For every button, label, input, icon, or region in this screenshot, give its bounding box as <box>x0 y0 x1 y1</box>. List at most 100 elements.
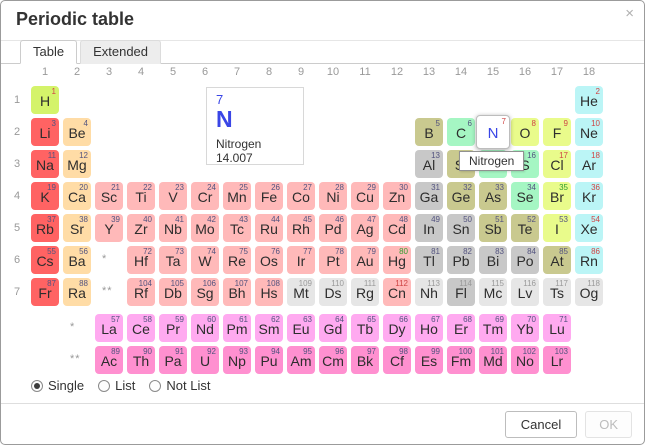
element-cell-Be[interactable]: 4Be <box>63 118 91 146</box>
element-cell-Fm[interactable]: 100Fm <box>447 346 475 374</box>
radio-option-single[interactable]: Single <box>31 378 84 393</box>
element-cell-Lr[interactable]: 103Lr <box>543 346 571 374</box>
element-cell-Pt[interactable]: 78Pt <box>319 246 347 274</box>
element-cell-Ra[interactable]: 88Ra <box>63 278 91 306</box>
element-cell-Lu[interactable]: 71Lu <box>543 314 571 342</box>
element-cell-I[interactable]: 53I <box>543 214 571 242</box>
element-cell-Cu[interactable]: 29Cu <box>351 182 379 210</box>
element-cell-Gd[interactable]: 64Gd <box>319 314 347 342</box>
element-cell-Mn[interactable]: 25Mn <box>223 182 251 210</box>
element-cell-Nd[interactable]: 60Nd <box>191 314 219 342</box>
element-cell-Eu[interactable]: 63Eu <box>287 314 315 342</box>
element-cell-Rh[interactable]: 45Rh <box>287 214 315 242</box>
element-cell-At[interactable]: 85At <box>543 246 571 274</box>
element-cell-Sg[interactable]: 106Sg <box>191 278 219 306</box>
element-cell-Bi[interactable]: 83Bi <box>479 246 507 274</box>
element-cell-Al[interactable]: 13Al <box>415 150 443 178</box>
element-cell-Ta[interactable]: 73Ta <box>159 246 187 274</box>
element-cell-Zn[interactable]: 30Zn <box>383 182 411 210</box>
element-cell-Y[interactable]: 39Y <box>95 214 123 242</box>
element-cell-N[interactable]: 7N <box>476 115 510 149</box>
element-cell-La[interactable]: 57La <box>95 314 123 342</box>
element-cell-W[interactable]: 74W <box>191 246 219 274</box>
element-cell-Mg[interactable]: 12Mg <box>63 150 91 178</box>
element-cell-Rg[interactable]: 111Rg <box>351 278 379 306</box>
element-cell-B[interactable]: 5B <box>415 118 443 146</box>
element-cell-Co[interactable]: 27Co <box>287 182 315 210</box>
element-cell-Cn[interactable]: 112Cn <box>383 278 411 306</box>
element-cell-Ds[interactable]: 110Ds <box>319 278 347 306</box>
element-cell-Ti[interactable]: 22Ti <box>127 182 155 210</box>
element-cell-Cf[interactable]: 98Cf <box>383 346 411 374</box>
element-cell-He[interactable]: 2He <box>575 86 603 114</box>
element-cell-Pm[interactable]: 61Pm <box>223 314 251 342</box>
element-cell-Br[interactable]: 35Br <box>543 182 571 210</box>
element-cell-Cs[interactable]: 55Cs <box>31 246 59 274</box>
element-cell-Sb[interactable]: 51Sb <box>479 214 507 242</box>
radio-icon[interactable] <box>149 380 161 392</box>
element-cell-Md[interactable]: 101Md <box>479 346 507 374</box>
ok-button[interactable]: OK <box>585 411 632 438</box>
element-cell-Pr[interactable]: 59Pr <box>159 314 187 342</box>
close-icon[interactable]: × <box>625 6 634 21</box>
element-cell-Nb[interactable]: 41Nb <box>159 214 187 242</box>
element-cell-Fr[interactable]: 87Fr <box>31 278 59 306</box>
element-cell-Sr[interactable]: 38Sr <box>63 214 91 242</box>
element-cell-Mo[interactable]: 42Mo <box>191 214 219 242</box>
element-cell-O[interactable]: 8O <box>511 118 539 146</box>
element-cell-Nh[interactable]: 113Nh <box>415 278 443 306</box>
element-cell-Xe[interactable]: 54Xe <box>575 214 603 242</box>
element-cell-C[interactable]: 6C <box>447 118 475 146</box>
element-cell-Ba[interactable]: 56Ba <box>63 246 91 274</box>
element-cell-Li[interactable]: 3Li <box>31 118 59 146</box>
radio-icon[interactable] <box>98 380 110 392</box>
element-cell-V[interactable]: 23V <box>159 182 187 210</box>
element-cell-Pa[interactable]: 91Pa <box>159 346 187 374</box>
element-cell-Ce[interactable]: 58Ce <box>127 314 155 342</box>
element-cell-Ge[interactable]: 32Ge <box>447 182 475 210</box>
element-cell-Ne[interactable]: 10Ne <box>575 118 603 146</box>
element-cell-Os[interactable]: 76Os <box>255 246 283 274</box>
element-cell-Ru[interactable]: 44Ru <box>255 214 283 242</box>
element-cell-Ir[interactable]: 77Ir <box>287 246 315 274</box>
element-cell-Fl[interactable]: 114Fl <box>447 278 475 306</box>
element-cell-Fe[interactable]: 26Fe <box>255 182 283 210</box>
element-cell-Tl[interactable]: 81Tl <box>415 246 443 274</box>
element-cell-Te[interactable]: 52Te <box>511 214 539 242</box>
element-cell-Sc[interactable]: 21Sc <box>95 182 123 210</box>
element-cell-Mc[interactable]: 115Mc <box>479 278 507 306</box>
element-cell-F[interactable]: 9F <box>543 118 571 146</box>
element-cell-Np[interactable]: 93Np <box>223 346 251 374</box>
element-cell-Po[interactable]: 84Po <box>511 246 539 274</box>
element-cell-Hs[interactable]: 108Hs <box>255 278 283 306</box>
element-cell-Ac[interactable]: 89Ac <box>95 346 123 374</box>
element-cell-Se[interactable]: 34Se <box>511 182 539 210</box>
element-cell-Ar[interactable]: 18Ar <box>575 150 603 178</box>
radio-option-list[interactable]: List <box>98 378 135 393</box>
element-cell-Es[interactable]: 99Es <box>415 346 443 374</box>
element-cell-Ca[interactable]: 20Ca <box>63 182 91 210</box>
element-cell-Db[interactable]: 105Db <box>159 278 187 306</box>
element-cell-Lv[interactable]: 116Lv <box>511 278 539 306</box>
element-cell-Cd[interactable]: 48Cd <box>383 214 411 242</box>
element-cell-Am[interactable]: 95Am <box>287 346 315 374</box>
element-cell-Ga[interactable]: 31Ga <box>415 182 443 210</box>
element-cell-Th[interactable]: 90Th <box>127 346 155 374</box>
element-cell-Zr[interactable]: 40Zr <box>127 214 155 242</box>
element-cell-K[interactable]: 19K <box>31 182 59 210</box>
cancel-button[interactable]: Cancel <box>505 411 577 438</box>
element-cell-Kr[interactable]: 36Kr <box>575 182 603 210</box>
element-cell-Hf[interactable]: 72Hf <box>127 246 155 274</box>
tab-extended[interactable]: Extended <box>80 40 161 64</box>
element-cell-Bk[interactable]: 97Bk <box>351 346 379 374</box>
element-cell-Cl[interactable]: 17Cl <box>543 150 571 178</box>
element-cell-Yb[interactable]: 70Yb <box>511 314 539 342</box>
element-cell-Er[interactable]: 68Er <box>447 314 475 342</box>
tab-table[interactable]: Table <box>20 40 77 64</box>
element-cell-Tm[interactable]: 69Tm <box>479 314 507 342</box>
element-cell-Bh[interactable]: 107Bh <box>223 278 251 306</box>
element-cell-U[interactable]: 92U <box>191 346 219 374</box>
element-cell-Pu[interactable]: 94Pu <box>255 346 283 374</box>
element-cell-Ho[interactable]: 67Ho <box>415 314 443 342</box>
element-cell-Pb[interactable]: 82Pb <box>447 246 475 274</box>
